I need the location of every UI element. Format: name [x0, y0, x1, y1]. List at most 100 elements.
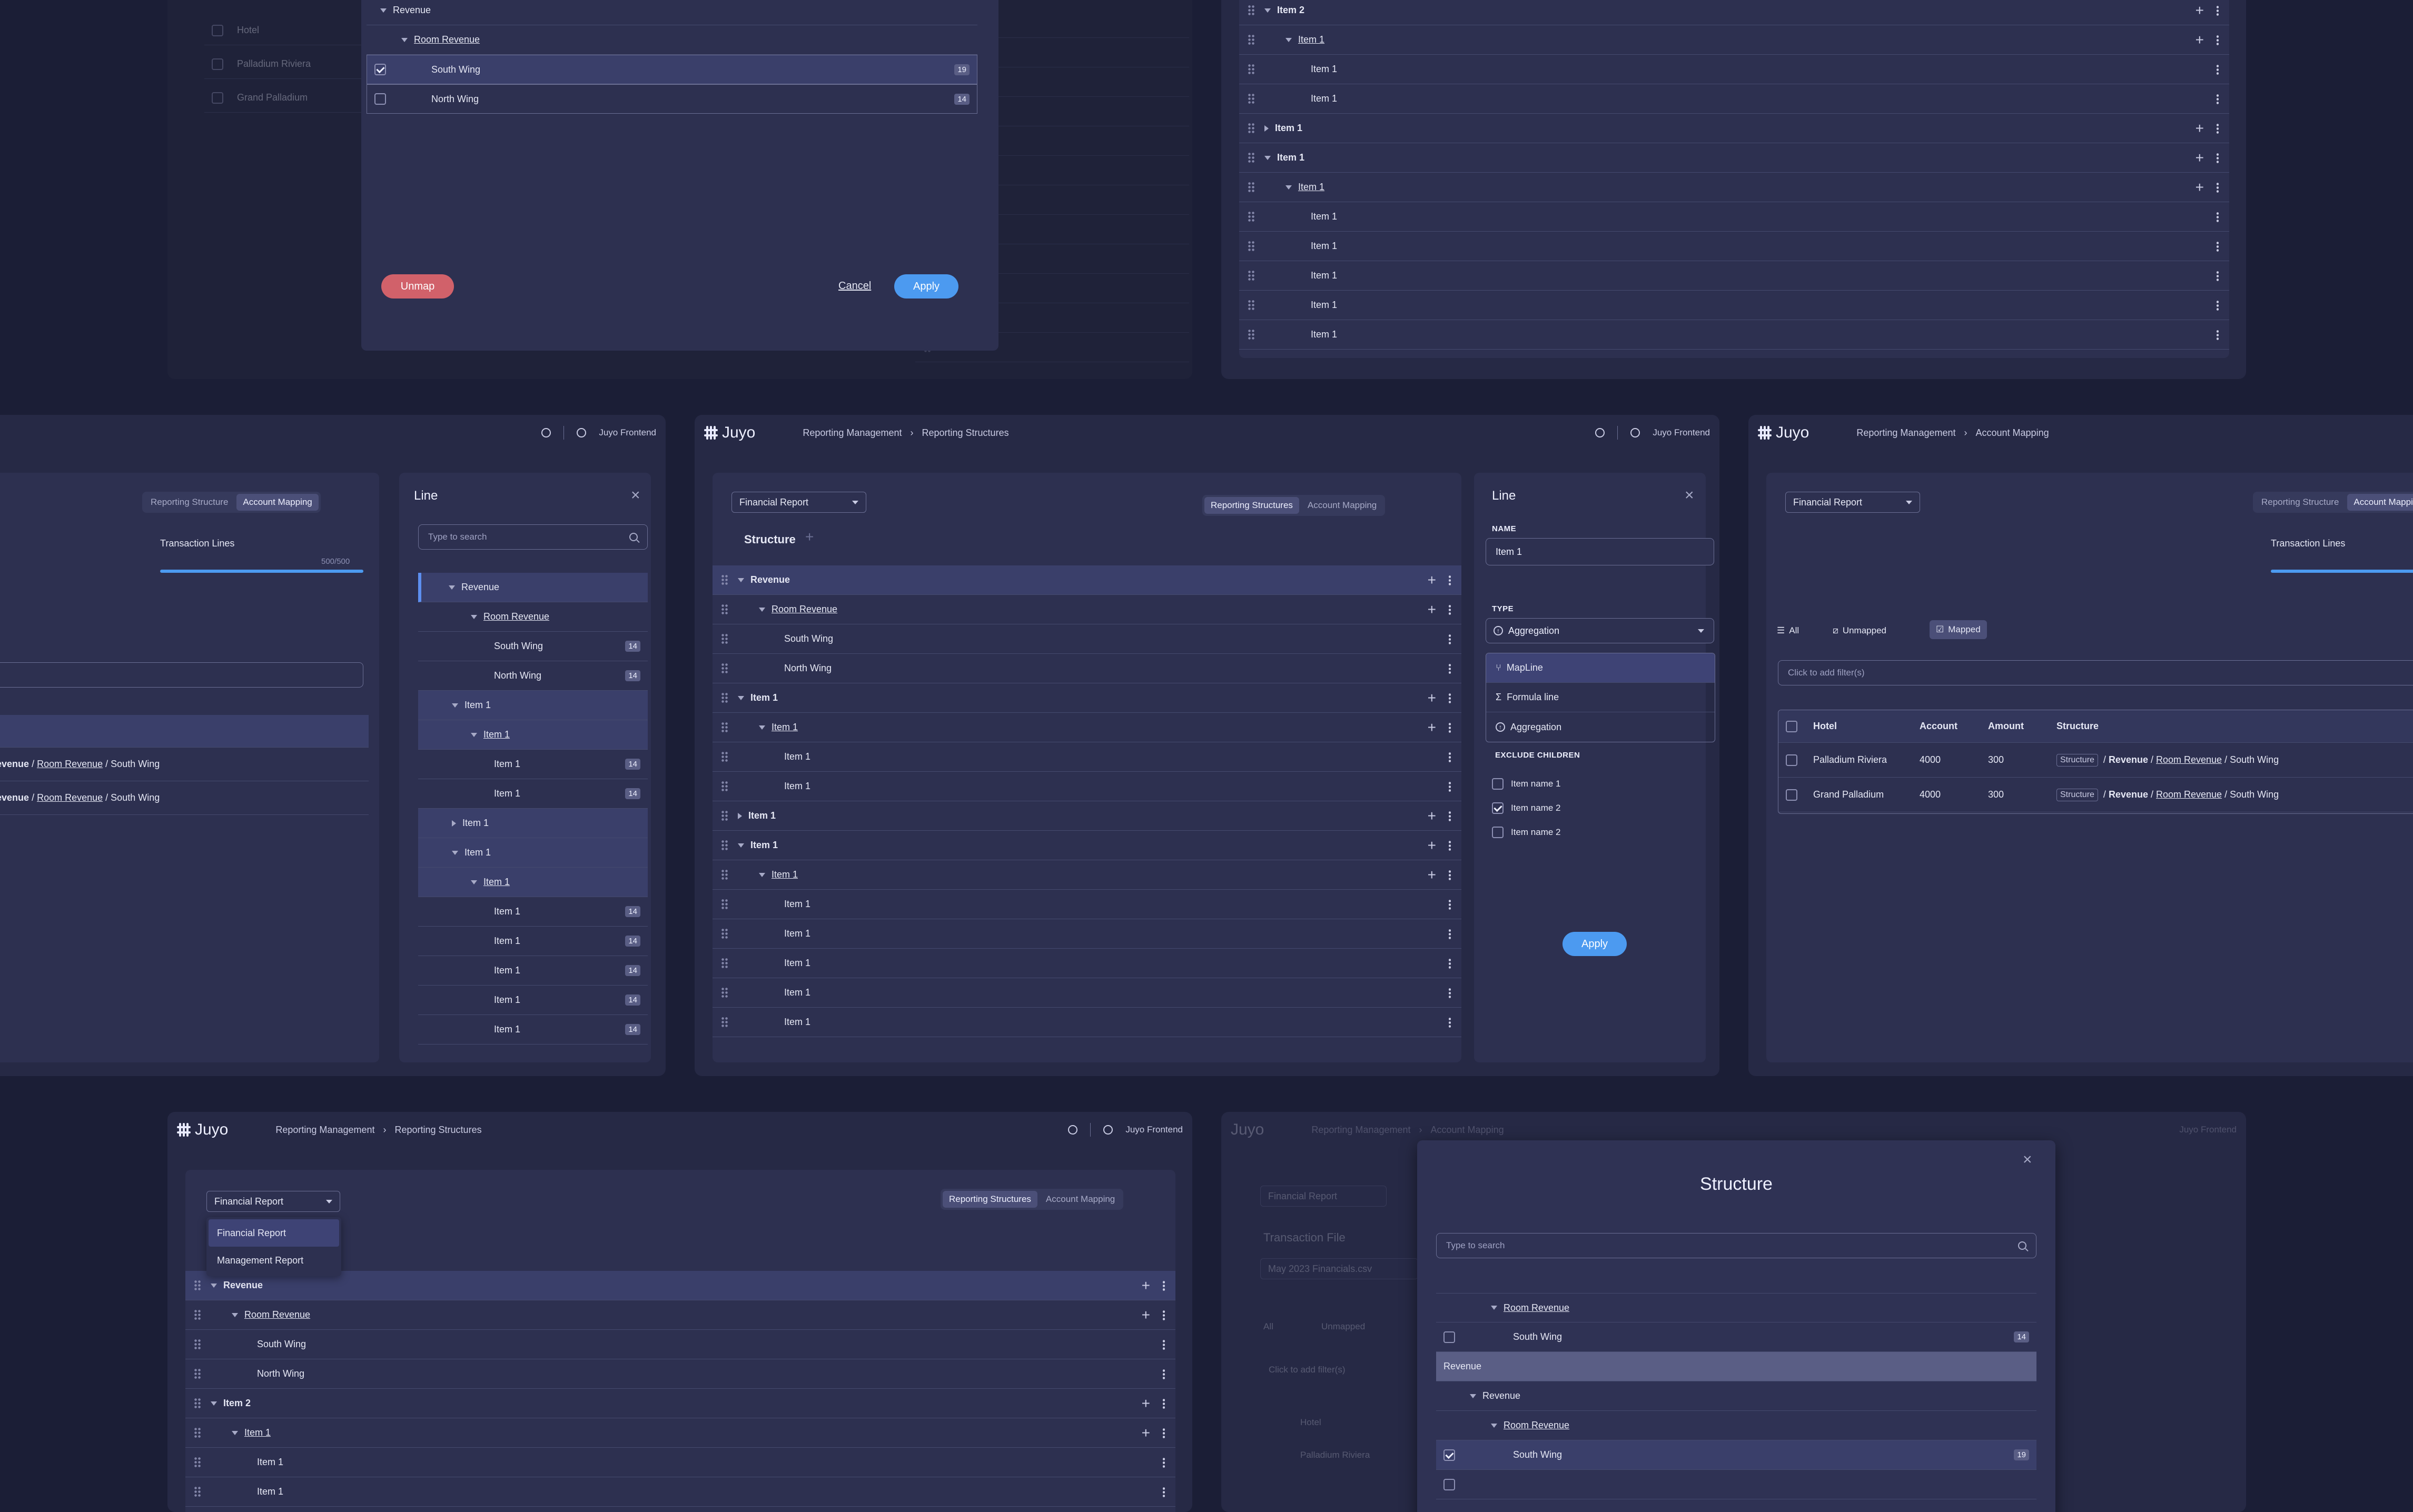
more-icon[interactable]: [1449, 722, 1451, 733]
more-icon[interactable]: [1449, 604, 1451, 615]
north-wing-checkbox[interactable]: [374, 93, 386, 105]
drag-handle-icon[interactable]: [721, 780, 728, 792]
tab-account-mapping[interactable]: Account Mapping: [236, 494, 319, 511]
tree-row[interactable]: Item 1: [185, 1448, 1175, 1477]
cancel-button[interactable]: Cancel: [838, 280, 871, 292]
tree-row[interactable]: Item 1 +: [1239, 114, 2229, 143]
drag-handle-icon[interactable]: [1248, 270, 1255, 282]
add-icon[interactable]: +: [2196, 180, 2204, 195]
more-icon[interactable]: [1449, 692, 1451, 703]
tree-row[interactable]: Item 1 14: [418, 1015, 648, 1045]
apply-button[interactable]: Apply: [1562, 932, 1627, 956]
exclude-item[interactable]: Item name 2: [1485, 802, 1561, 814]
add-icon[interactable]: +: [2196, 32, 2204, 47]
tree-row-room-revenue[interactable]: Room Revenue: [367, 25, 977, 55]
tab-reporting-structure[interactable]: Reporting Structure: [2255, 494, 2345, 511]
tree-row[interactable]: Item 1 +: [713, 831, 1461, 860]
row-checkbox[interactable]: [1786, 754, 1797, 766]
unmap-button[interactable]: Unmap: [381, 274, 454, 299]
apply-button[interactable]: Apply: [894, 274, 958, 299]
more-icon[interactable]: [1163, 1427, 1165, 1438]
tree-row[interactable]: North Wing: [185, 1359, 1175, 1389]
more-icon[interactable]: [2217, 123, 2219, 134]
table-row[interactable]: Grand Palladium 4000 300 Structure / Revenue…: [1778, 778, 2413, 812]
tree-row[interactable]: Revenue: [418, 573, 648, 602]
expand-icon[interactable]: [738, 812, 742, 819]
drag-handle-icon[interactable]: [721, 987, 728, 999]
tree-row[interactable]: Item 1: [418, 868, 648, 897]
tree-row[interactable]: Item 1: [1239, 291, 2229, 320]
crumb-reporting-structures[interactable]: Reporting Structures: [395, 1125, 482, 1136]
report-select[interactable]: Financial Report: [731, 492, 866, 513]
more-icon[interactable]: [1163, 1398, 1165, 1409]
crumb-reporting-management[interactable]: Reporting Management: [275, 1125, 374, 1136]
expand-icon[interactable]: [211, 1283, 217, 1288]
tree-row[interactable]: Item 1 +: [1239, 25, 2229, 55]
more-icon[interactable]: [2217, 329, 2219, 340]
tree-row[interactable]: Item 1 +: [1239, 173, 2229, 202]
expand-icon[interactable]: [759, 607, 765, 612]
expand-icon[interactable]: [1285, 37, 1292, 42]
tree-row[interactable]: Item 1: [418, 838, 648, 868]
tree-row[interactable]: Item 1 +: [713, 801, 1461, 831]
drag-handle-icon[interactable]: [194, 1279, 201, 1291]
tree-row-south-wing[interactable]: South Wing 19: [367, 55, 977, 84]
tree-row[interactable]: Item 1: [713, 772, 1461, 801]
expand-icon[interactable]: [232, 1312, 238, 1317]
tree-row[interactable]: Room Revenue +: [713, 595, 1461, 624]
expand-icon[interactable]: [1470, 1394, 1476, 1398]
filter-mapped[interactable]: ☑ Mapped: [1930, 620, 1987, 639]
expand-icon[interactable]: [1264, 125, 1269, 132]
search-input[interactable]: Type to search: [418, 524, 648, 550]
name-input[interactable]: Item 1: [1486, 538, 1714, 565]
tree-row[interactable]: Item 1 14: [418, 779, 648, 809]
tree-row[interactable]: South Wing: [713, 624, 1461, 654]
exclude-item[interactable]: Item name 2: [1485, 827, 1561, 838]
drag-handle-icon[interactable]: [721, 751, 728, 763]
drag-handle-icon[interactable]: [1248, 63, 1255, 75]
expand-icon[interactable]: [1491, 1306, 1497, 1310]
tree-row[interactable]: South Wing 14: [1436, 1322, 2036, 1352]
row-checkbox[interactable]: [1443, 1478, 1455, 1490]
tree-row[interactable]: Item 1 +: [713, 860, 1461, 890]
more-icon[interactable]: [1163, 1368, 1165, 1379]
drag-handle-icon[interactable]: [194, 1456, 201, 1468]
tree-row[interactable]: Item 1: [1239, 320, 2229, 350]
juyo-logo[interactable]: Juyo: [704, 424, 755, 442]
tab-reporting-structure[interactable]: Reporting Structure: [144, 494, 234, 511]
tree-row[interactable]: Room Revenue: [1436, 1293, 2036, 1322]
expand-icon[interactable]: [759, 872, 765, 877]
expand-icon[interactable]: [738, 578, 744, 582]
more-icon[interactable]: [1163, 1309, 1165, 1320]
tree-row[interactable]: Item 1 +: [1239, 143, 2229, 173]
expand-icon[interactable]: [452, 820, 456, 827]
close-icon[interactable]: ×: [1685, 486, 1694, 504]
drag-handle-icon[interactable]: [721, 721, 728, 733]
tree-row[interactable]: Item 1: [713, 742, 1461, 772]
more-icon[interactable]: [2217, 270, 2219, 281]
more-icon[interactable]: [1449, 751, 1451, 762]
expand-icon[interactable]: [471, 614, 477, 619]
tree-row[interactable]: Revenue: [1436, 1352, 2036, 1381]
user-name[interactable]: Juyo Frontend: [599, 427, 656, 438]
close-icon[interactable]: ×: [2023, 1151, 2032, 1169]
expand-icon[interactable]: [449, 585, 455, 590]
tree-row-north-wing[interactable]: North Wing 14: [367, 84, 977, 114]
structure-chip[interactable]: Structure: [2056, 788, 2098, 801]
add-icon[interactable]: +: [1142, 1278, 1150, 1293]
drag-handle-icon[interactable]: [194, 1427, 201, 1439]
more-icon[interactable]: [1449, 899, 1451, 910]
option-mapline[interactable]: ⑂ MapLine: [1486, 653, 1715, 683]
filter-all[interactable]: ☰ All: [1777, 625, 1799, 636]
add-icon[interactable]: +: [1142, 1425, 1150, 1440]
tree-row[interactable]: Item 1: [1239, 232, 2229, 261]
drag-handle-icon[interactable]: [721, 1016, 728, 1028]
crumb-reporting-structures[interactable]: Reporting Structures: [922, 427, 1009, 439]
expand-icon[interactable]: [211, 1401, 217, 1406]
tree-row[interactable]: Item 1: [713, 890, 1461, 919]
crumb-account-mapping[interactable]: Account Mapping: [1976, 427, 2049, 439]
expand-icon[interactable]: [738, 695, 744, 700]
more-icon[interactable]: [1449, 1017, 1451, 1028]
more-icon[interactable]: [1449, 663, 1451, 674]
tree-row[interactable]: Item 1: [185, 1477, 1175, 1507]
